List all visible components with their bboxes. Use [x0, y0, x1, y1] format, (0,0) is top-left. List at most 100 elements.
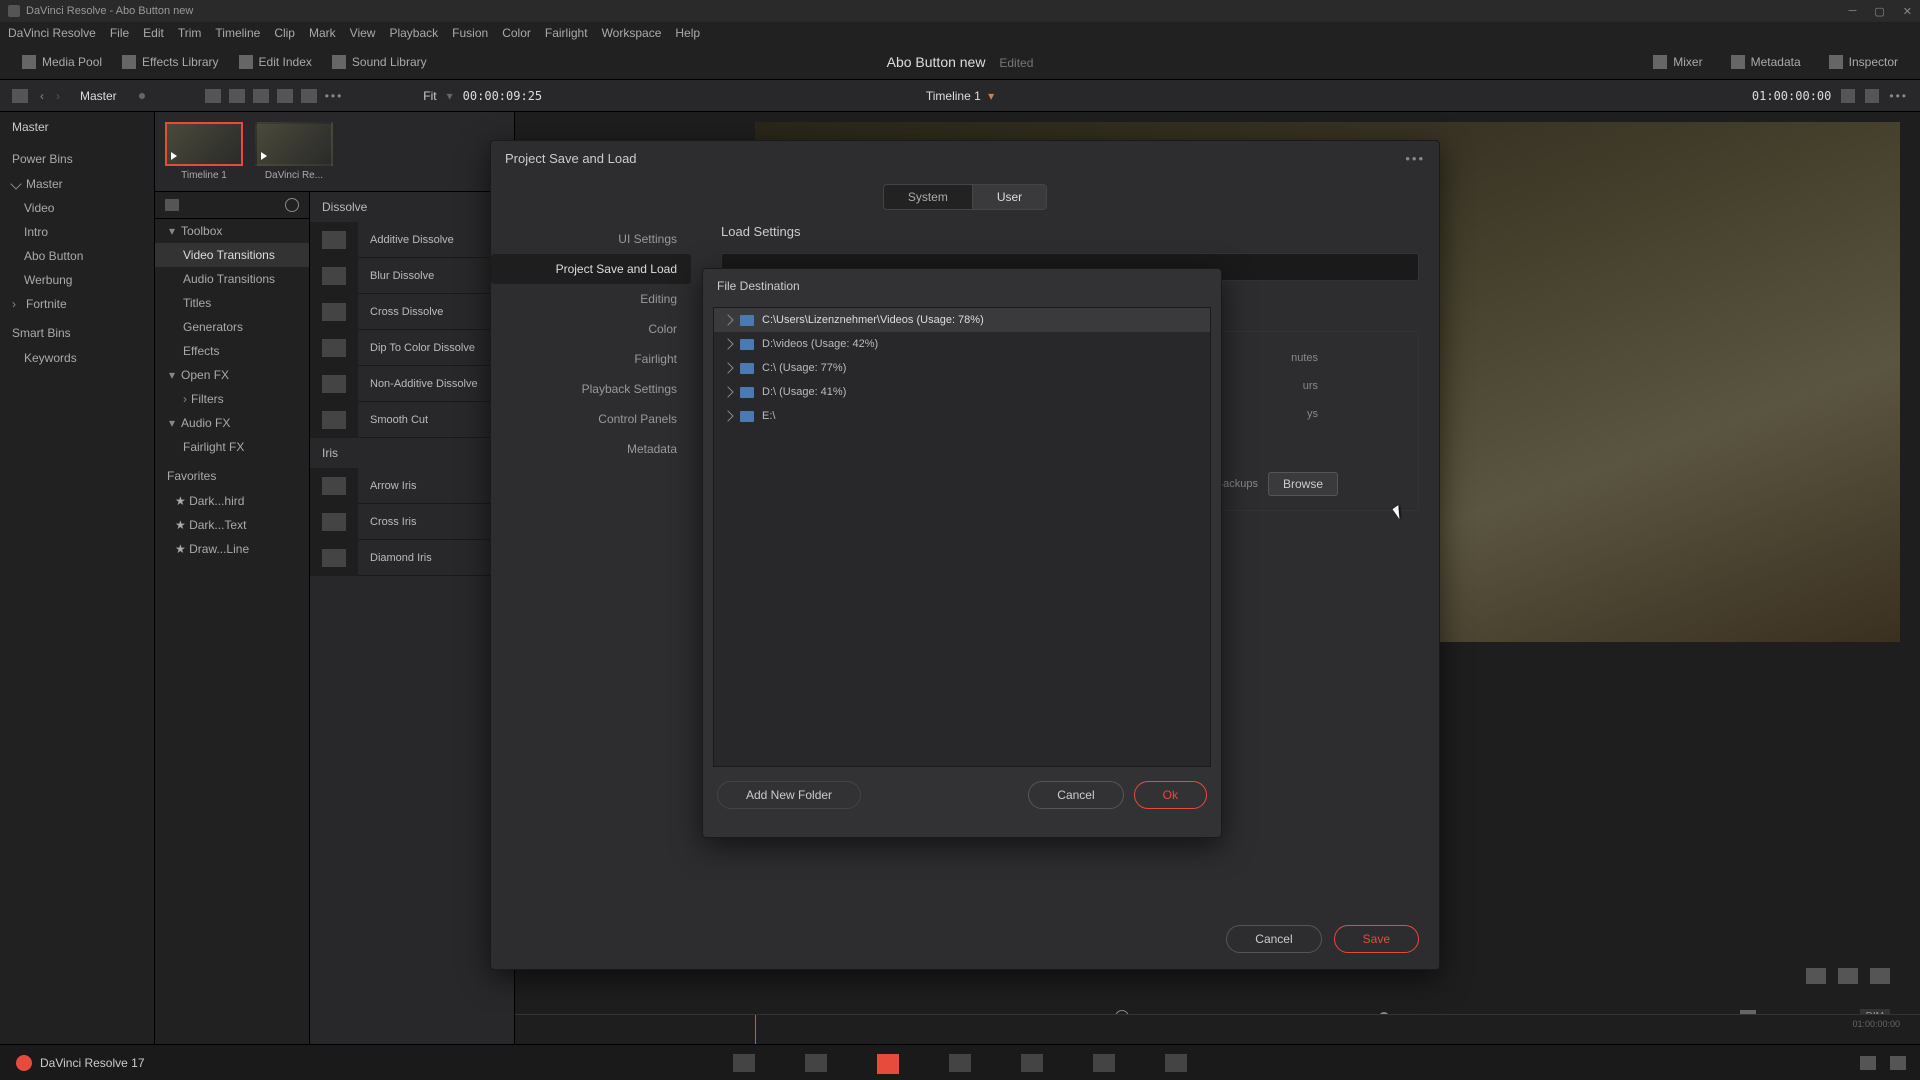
menu-item[interactable]: DaVinci Resolve — [8, 26, 96, 40]
fav-item[interactable]: ★ Dark...hird — [155, 489, 309, 513]
fx-item[interactable]: Smooth Cut — [310, 402, 514, 438]
menu-item[interactable]: Trim — [178, 26, 202, 40]
add-folder-button[interactable]: Add New Folder — [717, 781, 861, 809]
sort-icon[interactable] — [301, 89, 317, 103]
home-icon[interactable] — [1860, 1056, 1876, 1070]
settings-item[interactable]: Color — [491, 314, 691, 344]
folder-item[interactable]: C:\ (Usage: 77%) — [714, 356, 1210, 380]
folder-item[interactable]: C:\Users\Lizenznehmer\Videos (Usage: 78%… — [714, 308, 1210, 332]
menu-item[interactable]: View — [350, 26, 376, 40]
dialog-more-icon[interactable]: ••• — [1405, 151, 1425, 166]
tab-system[interactable]: System — [883, 184, 973, 210]
menu-item[interactable]: File — [110, 26, 129, 40]
fx-cat-item[interactable]: Fairlight FX — [155, 435, 309, 459]
settings-item[interactable]: Playback Settings — [491, 374, 691, 404]
menu-item[interactable]: Edit — [143, 26, 164, 40]
fav-item[interactable]: ★ Draw...Line — [155, 537, 309, 561]
fx-item[interactable]: Dip To Color Dissolve — [310, 330, 514, 366]
settings-item[interactable]: UI Settings — [491, 224, 691, 254]
fx-cat-item[interactable]: Effects — [155, 339, 309, 363]
bin-item[interactable]: Werbung — [0, 268, 154, 292]
fx-cat-item[interactable]: ›Filters — [155, 387, 309, 411]
sound-library-button[interactable]: Sound Library — [322, 51, 437, 73]
cancel-button[interactable]: Cancel — [1028, 781, 1123, 809]
effects-library-button[interactable]: Effects Library — [112, 51, 228, 73]
master-header[interactable]: Master — [0, 112, 154, 142]
fx-item[interactable]: Non-Additive Dissolve — [310, 366, 514, 402]
next-icon[interactable] — [1870, 968, 1890, 984]
page-cut-icon[interactable] — [805, 1054, 827, 1072]
cancel-button[interactable]: Cancel — [1226, 925, 1321, 953]
timeline-selector[interactable]: Timeline 1 ▾ — [926, 89, 994, 103]
smart-bin-item[interactable]: Keywords — [0, 346, 154, 370]
page-fusion-icon[interactable] — [949, 1054, 971, 1072]
menu-item[interactable]: Color — [502, 26, 531, 40]
browse-button[interactable]: Browse — [1268, 472, 1338, 496]
bin-item[interactable]: Video — [0, 196, 154, 220]
settings-item[interactable]: Metadata — [491, 434, 691, 464]
page-fairlight-icon[interactable] — [1093, 1054, 1115, 1072]
nav-forward[interactable]: › — [56, 89, 60, 103]
folder-item[interactable]: D:\videos (Usage: 42%) — [714, 332, 1210, 356]
fav-item[interactable]: ★ Dark...Text — [155, 513, 309, 537]
search-icon[interactable] — [277, 89, 293, 103]
fx-openfx[interactable]: ▾Open FX — [155, 363, 309, 387]
page-color-icon[interactable] — [1021, 1054, 1043, 1072]
menu-item[interactable]: Playback — [389, 26, 438, 40]
panel-icon[interactable] — [165, 199, 179, 211]
clip-item[interactable]: DaVinci Re... — [255, 122, 333, 181]
tc-icon[interactable] — [1841, 89, 1855, 103]
fx-toolbox[interactable]: ▾Toolbox — [155, 219, 309, 243]
page-media-icon[interactable] — [733, 1054, 755, 1072]
zoom-fit[interactable]: Fit — [423, 89, 436, 103]
view-thumb-icon[interactable] — [205, 89, 221, 103]
fx-item[interactable]: Blur Dissolve — [310, 258, 514, 294]
media-pool-button[interactable]: Media Pool — [12, 51, 112, 73]
menu-item[interactable]: Workspace — [602, 26, 662, 40]
more-icon[interactable]: ••• — [1889, 89, 1908, 103]
metadata-button[interactable]: Metadata — [1721, 51, 1811, 73]
fx-item[interactable]: Cross Iris — [310, 504, 514, 540]
settings-item[interactable]: Project Save and Load — [491, 254, 691, 284]
tab-user[interactable]: User — [973, 184, 1047, 210]
fx-item[interactable]: Diamond Iris — [310, 540, 514, 576]
view-list-icon[interactable] — [253, 89, 269, 103]
fx-item[interactable]: Cross Dissolve — [310, 294, 514, 330]
search-icon[interactable] — [285, 198, 299, 212]
save-button[interactable]: Save — [1334, 925, 1419, 953]
inspector-button[interactable]: Inspector — [1819, 51, 1908, 73]
edit-index-button[interactable]: Edit Index — [229, 51, 322, 73]
close-icon[interactable]: ✕ — [1903, 5, 1912, 18]
bin-icon[interactable] — [12, 89, 28, 103]
dual-icon[interactable] — [1865, 89, 1879, 103]
folder-item[interactable]: E:\ — [714, 404, 1210, 428]
clip-item[interactable]: Timeline 1 — [165, 122, 243, 181]
timeline-ruler[interactable]: 01:00:00:00 — [515, 1014, 1920, 1044]
menu-item[interactable]: Fairlight — [545, 26, 588, 40]
bin-item[interactable]: Intro — [0, 220, 154, 244]
more-icon[interactable]: ••• — [325, 89, 344, 103]
mixer-button[interactable]: Mixer — [1643, 51, 1712, 73]
bin-item[interactable]: ›Fortnite — [0, 292, 154, 316]
fx-item[interactable]: Additive Dissolve — [310, 222, 514, 258]
settings-item[interactable]: Fairlight — [491, 344, 691, 374]
loop-icon[interactable] — [1806, 968, 1826, 984]
fx-audiofx[interactable]: ▾Audio FX — [155, 411, 309, 435]
menu-item[interactable]: Mark — [309, 26, 336, 40]
menu-item[interactable]: Timeline — [215, 26, 260, 40]
nav-back[interactable]: ‹ — [40, 89, 44, 103]
settings-item[interactable]: Editing — [491, 284, 691, 314]
bin-master[interactable]: Master — [0, 172, 154, 196]
folder-item[interactable]: D:\ (Usage: 41%) — [714, 380, 1210, 404]
menu-item[interactable]: Clip — [274, 26, 295, 40]
menu-item[interactable]: Help — [675, 26, 700, 40]
fx-item[interactable]: Arrow Iris — [310, 468, 514, 504]
ok-button[interactable]: Ok — [1134, 781, 1207, 809]
maximize-icon[interactable]: ▢ — [1874, 5, 1884, 18]
page-deliver-icon[interactable] — [1165, 1054, 1187, 1072]
minimize-icon[interactable]: ─ — [1849, 5, 1857, 18]
menu-item[interactable]: Fusion — [452, 26, 488, 40]
settings-item[interactable]: Control Panels — [491, 404, 691, 434]
bin-item[interactable]: Abo Button — [0, 244, 154, 268]
fx-cat-item[interactable]: Titles — [155, 291, 309, 315]
